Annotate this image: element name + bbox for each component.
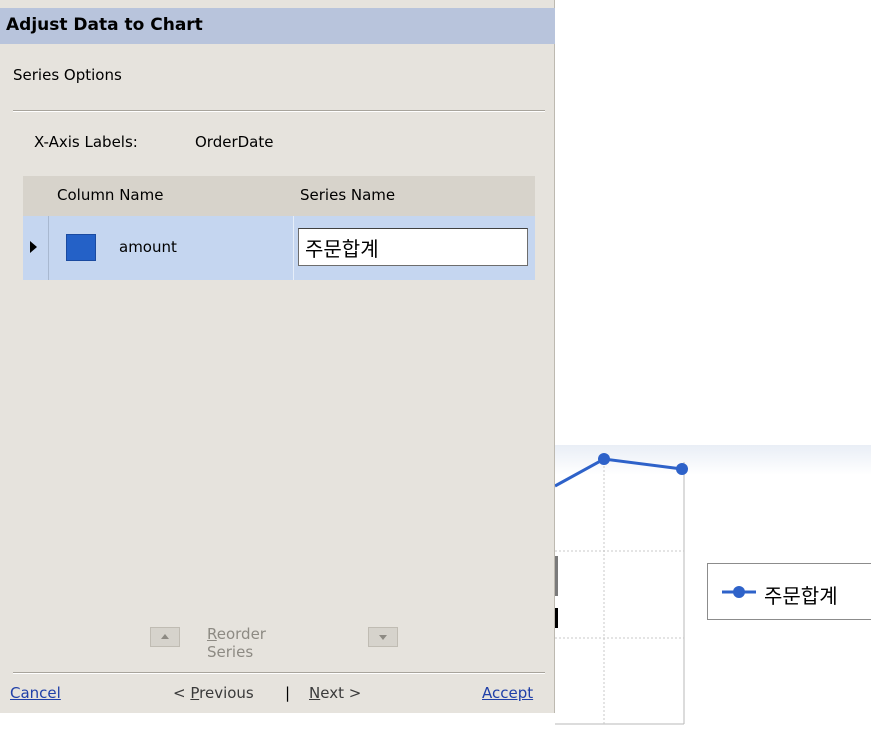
axis-tick-fragment	[555, 608, 558, 628]
series-point	[676, 463, 688, 475]
reorder-series-label: Reorder Series	[207, 625, 266, 661]
arrow-up-icon	[161, 634, 169, 639]
dialog-footer: Cancel < Previous | Next > Accept	[0, 684, 555, 710]
x-axis-value: OrderDate	[195, 133, 274, 151]
legend-marker-icon	[722, 586, 756, 598]
series-name-input[interactable]	[298, 228, 528, 266]
x-axis-label: X-Axis Labels:	[34, 133, 138, 151]
arrow-down-icon	[379, 635, 387, 640]
column-header-series-name[interactable]: Series Name	[300, 186, 395, 204]
adjust-data-dialog: Adjust Data to Chart Series Options X-Ax…	[0, 0, 555, 713]
accept-link[interactable]: Accept	[482, 684, 533, 702]
move-down-button[interactable]	[368, 627, 398, 647]
row-header[interactable]	[23, 216, 49, 280]
current-row-arrow-icon	[30, 241, 37, 253]
cell-divider	[293, 216, 294, 280]
divider	[13, 672, 545, 674]
table-row[interactable]: amount	[23, 216, 535, 280]
section-heading: Series Options	[13, 66, 122, 84]
column-header-column-name[interactable]: Column Name	[57, 186, 163, 204]
series-color-swatch[interactable]	[66, 234, 96, 261]
divider	[13, 110, 545, 112]
axis-tick-fragment	[555, 556, 558, 596]
cancel-link[interactable]: Cancel	[10, 684, 61, 702]
move-up-button[interactable]	[150, 627, 180, 647]
legend-label: 주문합계	[764, 584, 838, 608]
nav-separator: |	[285, 684, 291, 702]
series-point	[598, 453, 610, 465]
column-name-cell: amount	[119, 238, 177, 256]
dialog-title: Adjust Data to Chart	[6, 15, 203, 35]
grid-header: Column Name Series Name	[23, 176, 535, 216]
chart-legend: 주문합계	[707, 563, 871, 620]
next-link[interactable]: Next >	[309, 684, 361, 702]
series-grid: Column Name Series Name amount	[23, 176, 535, 280]
dialog-title-bar: Adjust Data to Chart	[0, 8, 555, 44]
previous-link[interactable]: < Previous	[173, 684, 254, 702]
